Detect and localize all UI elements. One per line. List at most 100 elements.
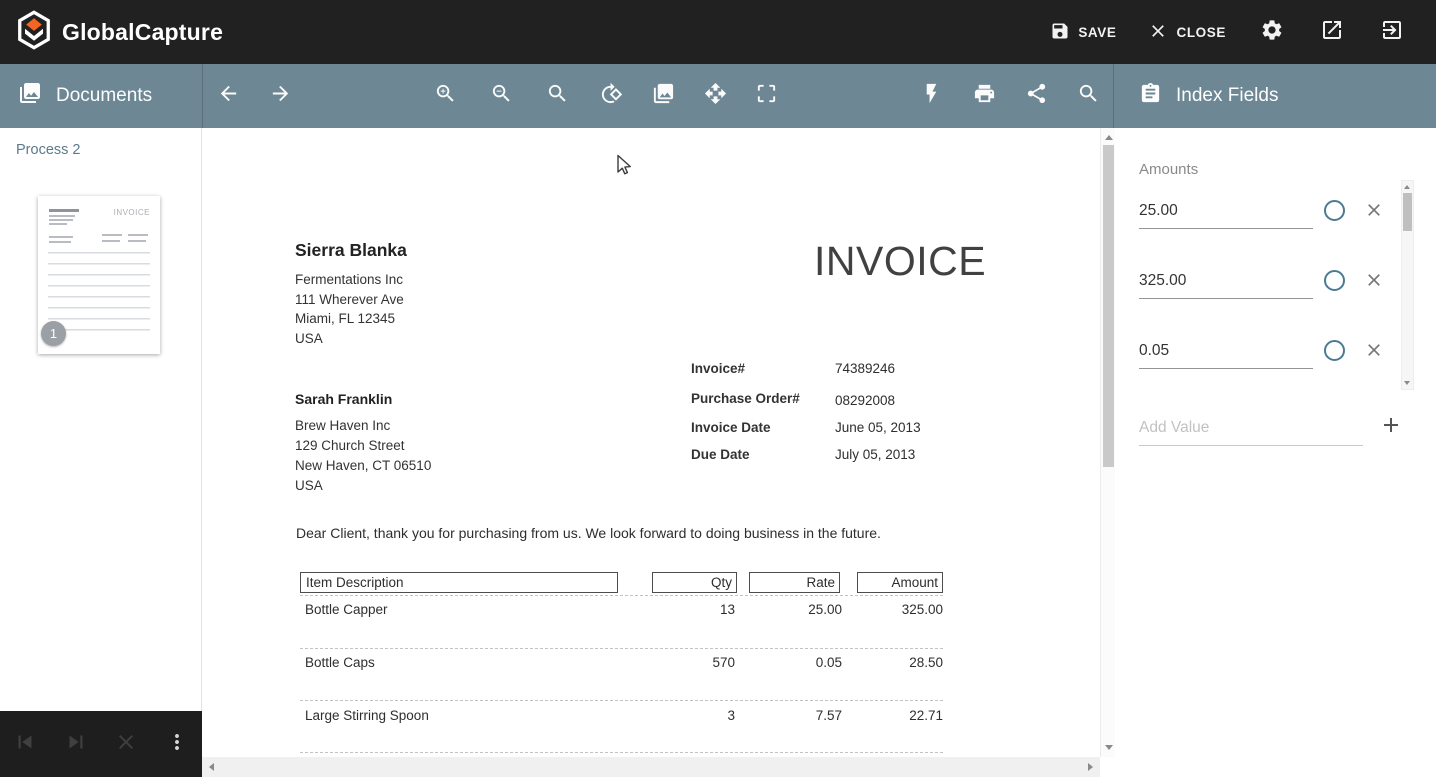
cell-qty: 13: [635, 602, 735, 617]
billto-address1: 129 Church Street: [295, 436, 431, 456]
search-document-icon: [1077, 82, 1100, 110]
page-thumbnail[interactable]: INVOICE 1: [38, 196, 160, 354]
settings-icon: [1260, 18, 1284, 47]
invoice-title: INVOICE: [814, 238, 986, 285]
sign-out-button[interactable]: [1366, 10, 1418, 55]
images-icon: [652, 82, 675, 110]
workflow-button[interactable]: [911, 80, 951, 112]
cell-rate: 7.57: [742, 708, 842, 723]
scroll-down-arrow[interactable]: [1105, 745, 1113, 750]
zoom-out-button[interactable]: [481, 80, 521, 112]
billto-company: Brew Haven Inc: [295, 416, 431, 436]
meta-value: July 05, 2013: [835, 447, 915, 462]
column-header-rate: Rate: [749, 572, 840, 593]
amounts-scrollbar[interactable]: [1401, 180, 1414, 390]
vertical-scroll-thumb[interactable]: [1103, 145, 1114, 467]
row-divider: [300, 752, 943, 753]
vendor-name: Sierra Blanka: [295, 240, 407, 261]
scroll-up-arrow[interactable]: [1105, 135, 1113, 140]
next-document-button[interactable]: [56, 724, 96, 764]
delete-value-button[interactable]: [1362, 270, 1386, 294]
index-fields-panel: Amounts: [1115, 128, 1436, 777]
flash-icon: [920, 82, 943, 110]
zoom-out-icon: [490, 82, 513, 110]
thumb-line: [49, 219, 73, 221]
add-value-input[interactable]: [1139, 415, 1363, 446]
amount-input-3[interactable]: [1139, 338, 1313, 369]
locate-value-button[interactable]: [1324, 200, 1345, 221]
first-document-button[interactable]: [5, 724, 45, 764]
plus-icon: [1379, 413, 1403, 442]
more-options-button[interactable]: [157, 724, 197, 764]
close-button[interactable]: CLOSE: [1136, 13, 1238, 52]
delete-value-button[interactable]: [1362, 340, 1386, 364]
meta-value: 08292008: [835, 393, 895, 408]
amount-input-2[interactable]: [1139, 268, 1313, 299]
close-label: CLOSE: [1176, 25, 1226, 40]
scroll-left-arrow[interactable]: [209, 763, 214, 771]
rotate-icon: [600, 82, 623, 110]
amounts-scroll-up-arrow[interactable]: [1404, 185, 1410, 189]
column-header-description: Item Description: [300, 572, 618, 593]
document-vertical-scrollbar[interactable]: [1100, 128, 1115, 757]
amount-input-1[interactable]: [1139, 198, 1313, 229]
delete-value-button[interactable]: [1362, 200, 1386, 224]
skip-next-icon: [63, 729, 89, 760]
top-bar: GlobalCapture SAVE CLOSE: [0, 0, 1436, 64]
zoom-search-button[interactable]: [537, 80, 577, 112]
remove-document-button[interactable]: [106, 724, 146, 764]
amounts-scroll-thumb[interactable]: [1403, 193, 1412, 231]
fullscreen-icon: [755, 82, 778, 110]
cell-qty: 570: [635, 655, 735, 670]
meta-label: Purchase Order#: [691, 391, 800, 406]
photo-library-icon: [18, 81, 42, 111]
arrow-forward-icon: [269, 82, 292, 110]
invoice-greeting: Dear Client, thank you for purchasing fr…: [296, 525, 881, 541]
clipboard-icon: [1139, 82, 1162, 111]
add-value-button[interactable]: [1377, 413, 1405, 441]
toolbar-divider-right: [1113, 64, 1114, 128]
document-viewport[interactable]: Sierra Blanka Fermentations Inc 111 Wher…: [202, 128, 1100, 757]
index-field-row: [1115, 198, 1436, 242]
document-list-sidebar: Process 2 INVOICE 1: [0, 128, 202, 711]
print-button[interactable]: [964, 80, 1004, 112]
meta-label: Due Date: [691, 447, 750, 462]
bill-to-block: Sarah Franklin Brew Haven Inc 129 Church…: [295, 391, 431, 496]
fullscreen-button[interactable]: [746, 80, 786, 112]
thumb-line: [102, 240, 120, 242]
share-button[interactable]: [1016, 80, 1056, 112]
delete-x-icon: [1364, 270, 1384, 295]
thumb-line: [128, 240, 146, 242]
locate-value-button[interactable]: [1324, 340, 1345, 361]
settings-button[interactable]: [1246, 10, 1298, 55]
save-button[interactable]: SAVE: [1038, 13, 1128, 52]
document-horizontal-scrollbar[interactable]: [202, 757, 1100, 777]
previous-page-button[interactable]: [208, 80, 248, 112]
billto-country: USA: [295, 476, 431, 496]
vendor-country: USA: [295, 329, 407, 349]
amounts-scroll-down-arrow[interactable]: [1404, 381, 1410, 385]
document-search-button[interactable]: [1068, 80, 1108, 112]
index-field-row: [1115, 338, 1436, 382]
invoice-table: Item Description Qty Rate Amount Bottle …: [300, 572, 943, 757]
row-divider: [300, 700, 943, 701]
open-in-new-icon: [1320, 18, 1344, 47]
vendor-address2: Miami, FL 12345: [295, 309, 407, 329]
cell-amount: 325.00: [843, 602, 943, 617]
cell-qty: 3: [635, 708, 735, 723]
zoom-in-icon: [434, 82, 457, 110]
scroll-right-arrow[interactable]: [1088, 763, 1093, 771]
more-vert-icon: [165, 730, 189, 759]
locate-value-button[interactable]: [1324, 270, 1345, 291]
toolbar: Documents: [0, 64, 1436, 128]
rotate-button[interactable]: [591, 80, 631, 112]
index-fields-header: Index Fields: [1139, 64, 1278, 128]
pan-button[interactable]: [695, 80, 735, 112]
zoom-in-button[interactable]: [425, 80, 465, 112]
documents-label: Documents: [56, 85, 152, 107]
add-value-row: [1115, 415, 1436, 459]
next-page-button[interactable]: [260, 80, 300, 112]
images-button[interactable]: [643, 80, 683, 112]
thumb-line: [49, 241, 71, 243]
open-in-new-button[interactable]: [1306, 10, 1358, 55]
